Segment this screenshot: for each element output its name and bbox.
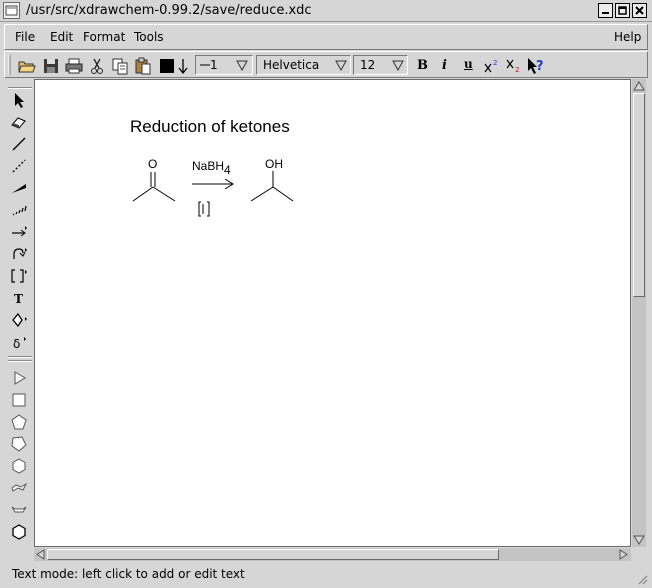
ketone-bond-left	[132, 186, 154, 202]
vertical-scrollbar[interactable]	[632, 79, 646, 547]
curved-arrow-icon[interactable]	[10, 245, 28, 263]
menu-file-label: File	[15, 30, 36, 44]
maximize-icon[interactable]	[615, 3, 630, 18]
font-family-value: Helvetica	[263, 58, 320, 72]
save-disk-icon[interactable]	[41, 56, 61, 76]
menu-format-label: Format	[83, 30, 126, 44]
svg-text:2: 2	[515, 66, 519, 74]
bold-label: B	[417, 58, 428, 73]
chevron-down-icon	[392, 60, 404, 71]
underline-label: u	[464, 57, 473, 71]
hydroxyl-label[interactable]: OH	[265, 157, 283, 171]
hexagon-ring-icon[interactable]	[10, 457, 28, 475]
italic-icon[interactable]: i	[436, 56, 456, 76]
minimize-icon[interactable]	[598, 3, 613, 18]
scroll-right-icon[interactable]	[618, 549, 629, 560]
cut-icon[interactable]	[87, 56, 107, 76]
scroll-up-icon[interactable]	[633, 80, 645, 92]
menu-file[interactable]: File	[15, 30, 35, 44]
scroll-left-icon[interactable]	[35, 549, 46, 560]
pentagon-alt-ring-icon[interactable]	[10, 435, 28, 453]
superscript-icon[interactable]: 2	[482, 56, 502, 76]
svg-text:T: T	[14, 292, 23, 306]
menu-help[interactable]: Help	[614, 30, 641, 44]
font-family-select[interactable]: Helvetica	[256, 55, 351, 75]
app-icon[interactable]	[3, 2, 20, 19]
open-folder-icon[interactable]	[17, 56, 37, 76]
svg-text:2: 2	[493, 59, 497, 67]
status-bar-text: Text mode: left click to add or edit tex…	[12, 567, 245, 581]
palette-separator	[8, 356, 32, 358]
menu-tools[interactable]: Tools	[134, 30, 164, 44]
dashed-bond-icon[interactable]	[10, 157, 28, 175]
menu-help-label: Help	[614, 30, 642, 44]
line-bond-icon[interactable]	[10, 135, 28, 153]
vertical-scroll-thumb[interactable]	[633, 93, 645, 297]
line-width-select[interactable]: 1	[195, 55, 253, 75]
underline-icon[interactable]: u	[459, 56, 479, 76]
menu-bar: File Edit Format Tools Help	[4, 24, 648, 50]
font-size-select[interactable]: 12	[353, 55, 408, 75]
reagent-text: NaBH	[192, 159, 225, 173]
ketone-bond-right	[152, 186, 176, 202]
symbol-tool-icon[interactable]	[10, 311, 28, 329]
subscript-icon[interactable]: 2	[504, 56, 524, 76]
text-tool-icon[interactable]: T	[10, 289, 28, 307]
menu-format[interactable]: Format	[83, 30, 125, 44]
whats-this-icon[interactable]: ?	[526, 56, 546, 76]
reagent-subscript: 4	[224, 163, 231, 177]
chevron-down-icon	[236, 60, 248, 71]
square-ring-icon[interactable]	[10, 391, 28, 409]
menu-edit-label: Edit	[50, 30, 74, 44]
bracket-placeholder	[198, 201, 210, 217]
reaction-drawing	[132, 171, 294, 217]
print-icon[interactable]	[64, 56, 84, 76]
window-title: /usr/src/xdrawchem-0.99.2/save/reduce.xd…	[26, 3, 312, 18]
palette-separator	[8, 360, 32, 362]
font-size-value: 12	[360, 58, 376, 72]
tool-palette: T δ	[6, 86, 32, 545]
chevron-down-icon	[335, 60, 347, 71]
palette-grip	[8, 87, 32, 89]
chair-ring-icon[interactable]	[10, 479, 28, 497]
menu-edit[interactable]: Edit	[50, 30, 73, 44]
menu-tools-label: Tools	[134, 30, 164, 44]
alcohol-bond-right	[272, 186, 294, 202]
triangle-ring-icon[interactable]	[10, 369, 28, 387]
eraser-icon[interactable]	[10, 113, 28, 131]
orbital-tool-icon[interactable]: δ	[10, 333, 28, 351]
horizontal-scroll-thumb[interactable]	[47, 549, 499, 560]
resize-grip-icon[interactable]	[636, 573, 648, 585]
alcohol-bond-left	[250, 186, 274, 202]
bracket-icon[interactable]	[10, 267, 28, 285]
drawing-canvas[interactable]: Reduction of ketones O NaBH4 OH	[34, 79, 631, 547]
toolbar: 1 Helvetica 12 B i u 2 2 ?	[4, 51, 648, 78]
arrow-down-icon[interactable]	[175, 56, 195, 76]
select-arrow-icon[interactable]	[10, 91, 28, 109]
scroll-down-icon[interactable]	[633, 534, 645, 546]
hashed-wedge-icon[interactable]	[10, 201, 28, 219]
reaction-arrow-icon[interactable]	[10, 223, 28, 241]
reagent-label[interactable]: NaBH4	[192, 159, 231, 177]
ketone-oxygen-label[interactable]: O	[148, 157, 157, 171]
hexagon-alt-ring-icon[interactable]	[10, 523, 28, 541]
bold-icon[interactable]: B	[413, 56, 433, 76]
svg-text:δ: δ	[13, 337, 20, 351]
italic-label: i	[442, 58, 447, 73]
paste-icon[interactable]	[133, 56, 153, 76]
toolbar-grip[interactable]	[7, 54, 13, 76]
copy-icon[interactable]	[110, 56, 130, 76]
title-bar: /usr/src/xdrawchem-0.99.2/save/reduce.xd…	[0, 0, 652, 22]
close-icon[interactable]	[632, 3, 647, 18]
wedge-bond-icon[interactable]	[10, 179, 28, 197]
line-sample-icon	[200, 64, 210, 66]
scroll-corner	[632, 548, 646, 561]
svg-text:?: ?	[536, 59, 544, 74]
pentagon-ring-icon[interactable]	[10, 413, 28, 431]
horizontal-scrollbar[interactable]	[34, 548, 631, 561]
boat-ring-icon[interactable]	[10, 501, 28, 519]
line-width-value: 1	[210, 58, 218, 72]
